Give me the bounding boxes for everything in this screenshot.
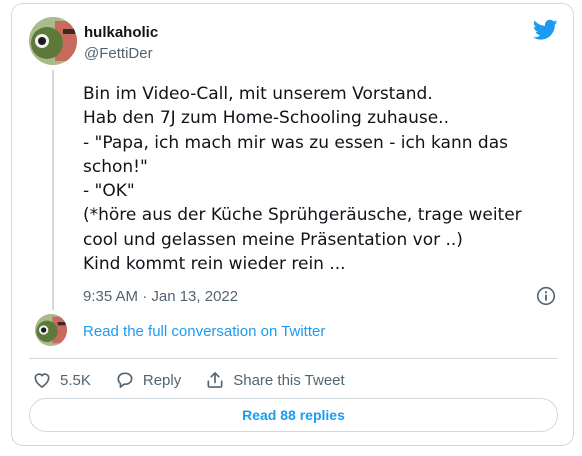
share-button[interactable]: Share this Tweet: [205, 370, 345, 390]
divider: [29, 358, 558, 359]
info-icon[interactable]: [536, 286, 556, 306]
tweet-text: Bin im Video-Call, mit unserem Vorstand.…: [83, 84, 522, 275]
read-conversation-link[interactable]: Read the full conversation on Twitter: [83, 323, 325, 340]
like-button[interactable]: 5.5K: [32, 370, 91, 390]
heart-icon: [34, 373, 50, 389]
reply-icon: [117, 372, 133, 388]
twitter-bird-icon[interactable]: [533, 19, 558, 41]
reply-button[interactable]: Reply: [115, 370, 181, 390]
tweet-embed-card: hulkaholic @FettiDer Bin im Video-Call, …: [11, 3, 574, 446]
like-count: 5.5K: [60, 371, 91, 389]
tweet-timestamp[interactable]: 9:35 AM · Jan 13, 2022: [83, 288, 238, 305]
display-name[interactable]: hulkaholic: [84, 24, 158, 41]
read-replies-label: Read 88 replies: [242, 407, 345, 423]
avatar[interactable]: [29, 17, 77, 65]
conversation-avatar[interactable]: [35, 314, 67, 346]
action-bar: 5.5K Reply Share this Tweet: [32, 369, 369, 391]
share-label: Share this Tweet: [233, 371, 345, 389]
thread-line: [52, 70, 54, 310]
share-icon: [207, 372, 223, 388]
read-replies-button[interactable]: Read 88 replies: [29, 398, 558, 432]
reply-label: Reply: [142, 371, 182, 389]
user-handle[interactable]: @FettiDer: [84, 45, 153, 62]
